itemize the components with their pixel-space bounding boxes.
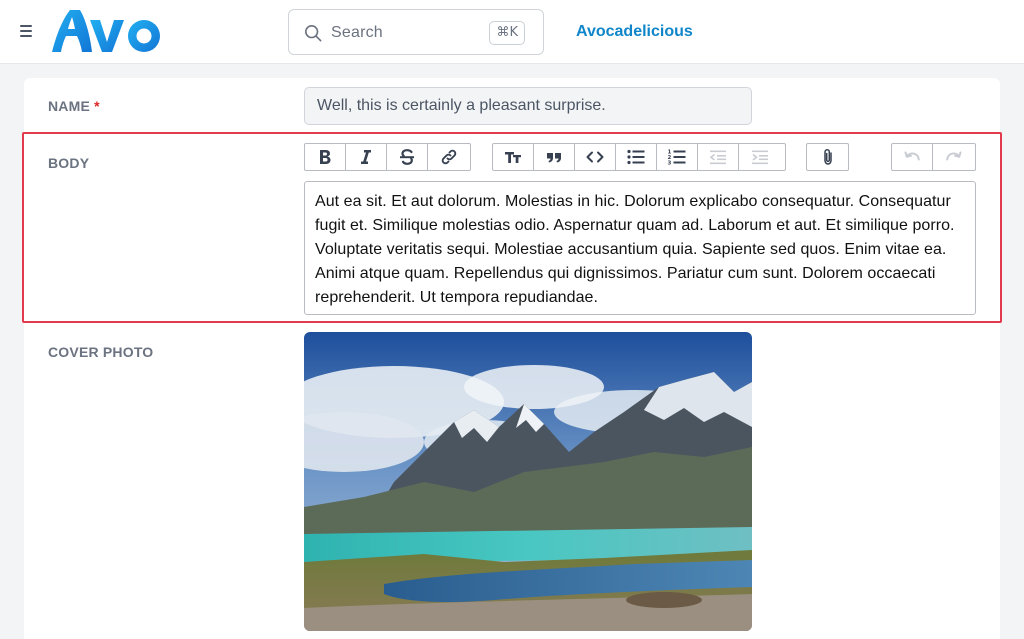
redo-button[interactable] [933, 144, 974, 170]
italic-button[interactable] [346, 144, 387, 170]
toolbar-history-group [891, 143, 976, 171]
required-mark: * [94, 98, 100, 114]
indent-icon [751, 150, 768, 165]
cover-photo-image [304, 332, 752, 631]
numbered-list-icon: 123 [668, 150, 686, 167]
search-input[interactable]: Search ⌘K [288, 9, 544, 55]
heading-button[interactable] [493, 144, 534, 170]
indent-button[interactable] [739, 144, 780, 170]
link-icon [441, 149, 456, 165]
body-label: BODY [48, 155, 90, 171]
strikethrough-icon [400, 149, 414, 165]
name-label: NAME * [48, 98, 100, 114]
toolbar-text-group [304, 143, 471, 171]
code-icon [586, 151, 604, 163]
search-placeholder: Search [331, 24, 383, 41]
body-rich-text-editor[interactable]: Aut ea sit. Et aut dolorum. Molestias in… [304, 181, 976, 315]
name-input[interactable] [304, 87, 752, 125]
cover-photo-label: COVER PHOTO [48, 344, 154, 360]
quote-icon [547, 153, 561, 163]
code-button[interactable] [575, 144, 616, 170]
bullet-list-icon [627, 149, 645, 165]
outdent-button[interactable] [698, 144, 739, 170]
toolbar-file-group [806, 143, 849, 171]
redo-icon [945, 151, 961, 161]
avo-logo[interactable] [50, 6, 166, 58]
outdent-icon [709, 150, 726, 165]
attach-icon [823, 149, 832, 165]
numbered-list-button[interactable]: 123 [657, 144, 698, 170]
bold-icon [320, 150, 331, 164]
attach-button[interactable] [807, 144, 848, 170]
strikethrough-button[interactable] [387, 144, 428, 170]
bullet-list-button[interactable] [616, 144, 657, 170]
italic-icon [361, 150, 371, 164]
search-shortcut-badge: ⌘K [489, 21, 525, 45]
account-name-link[interactable]: Avocadelicious [576, 23, 693, 41]
toolbar-block-group: 123 [492, 143, 786, 171]
bold-button[interactable] [305, 144, 346, 170]
name-label-text: NAME [48, 98, 91, 114]
heading-icon [505, 152, 521, 163]
search-icon [304, 24, 322, 42]
undo-icon [904, 151, 920, 161]
top-header: Search ⌘K Avocadelicious [0, 0, 1024, 64]
hamburger-menu-icon[interactable] [20, 22, 38, 42]
undo-button[interactable] [892, 144, 933, 170]
link-button[interactable] [428, 144, 469, 170]
svg-text:3: 3 [668, 161, 672, 167]
quote-button[interactable] [534, 144, 575, 170]
